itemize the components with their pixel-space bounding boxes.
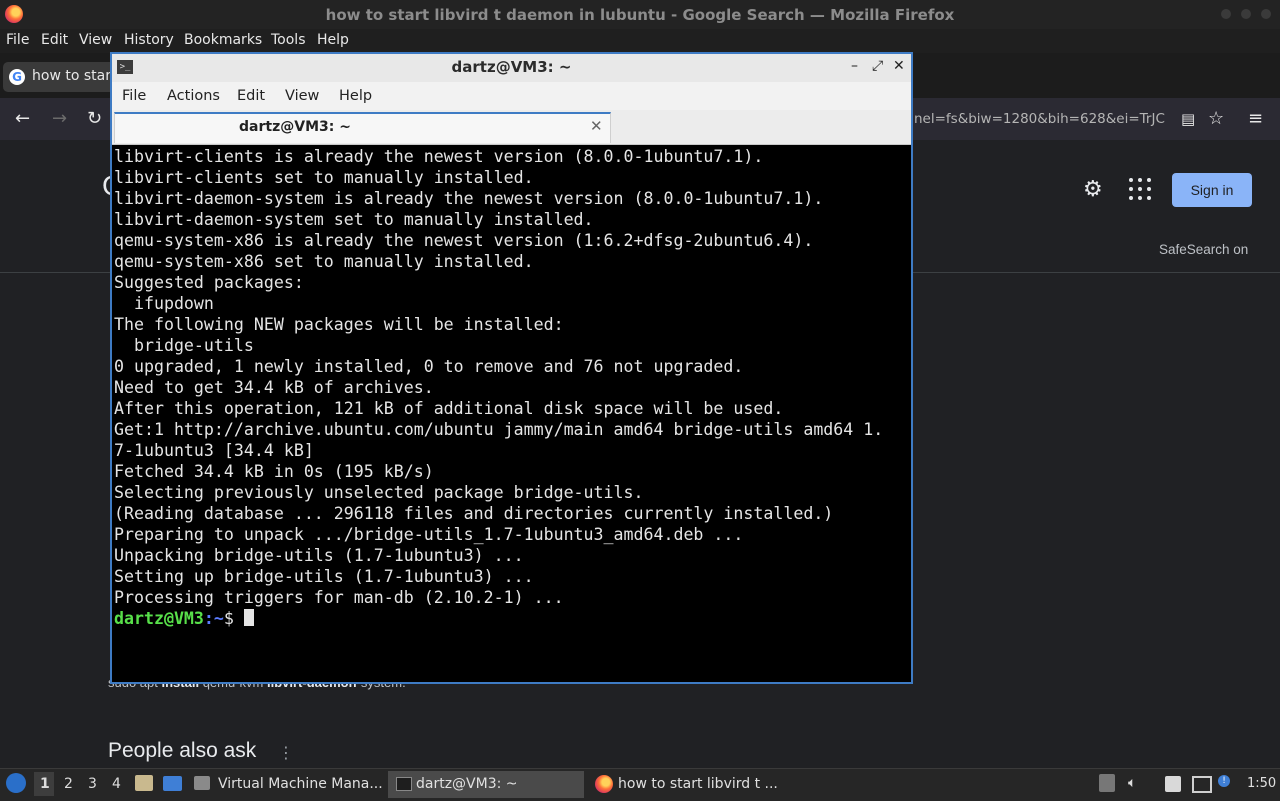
google-favicon-icon: G xyxy=(9,69,25,85)
url-bar[interactable]: nel=fs&biw=1280&bih=628&ei=TrJC xyxy=(914,111,1172,127)
firefox-icon xyxy=(595,775,613,793)
clock[interactable]: 1:50 xyxy=(1247,776,1276,791)
workspace-4[interactable]: 4 xyxy=(112,776,121,792)
network-icon[interactable] xyxy=(1192,776,1212,793)
bookmark-star-icon[interactable]: ☆ xyxy=(1208,108,1224,129)
update-notification-icon[interactable]: ! xyxy=(1218,775,1230,787)
terminal-minimize-icon[interactable]: – xyxy=(851,58,858,74)
minimize-button[interactable] xyxy=(1221,9,1231,19)
menu-bookmarks[interactable]: Bookmarks xyxy=(184,32,262,48)
taskbar-task-firefox[interactable]: how to start libvird t ... xyxy=(590,771,786,798)
virt-manager-icon xyxy=(194,776,210,790)
settings-gear-icon[interactable]: ⚙ xyxy=(1083,177,1103,202)
menu-tools[interactable]: Tools xyxy=(271,32,306,48)
close-button[interactable] xyxy=(1261,9,1271,19)
maximize-button[interactable] xyxy=(1241,9,1251,19)
clipboard-icon[interactable] xyxy=(1099,774,1115,792)
menu-file[interactable]: File xyxy=(6,32,29,48)
show-desktop-icon[interactable] xyxy=(163,776,182,791)
task-label: how to start libvird t ... xyxy=(618,776,778,792)
terminal-output[interactable]: libvirt-clients is already the newest ve… xyxy=(114,146,909,681)
volume-icon[interactable]: 🔈︎ xyxy=(1128,775,1136,791)
terminal-menu-actions[interactable]: Actions xyxy=(167,88,220,104)
browser-tab-label: how to start xyxy=(32,68,117,84)
terminal-output-lines: libvirt-clients is already the newest ve… xyxy=(114,147,884,607)
terminal-tab-label: dartz@VM3: ~ xyxy=(239,119,351,135)
terminal-menubar xyxy=(112,82,911,110)
prompt-symbol: $ xyxy=(223,609,244,628)
prompt-user: dartz@VM3 xyxy=(114,609,204,628)
prompt-path: :~ xyxy=(203,609,224,628)
terminal-maximize-icon[interactable]: ⤢ xyxy=(872,58,883,74)
terminal-menu-help[interactable]: Help xyxy=(339,88,372,104)
menu-view[interactable]: View xyxy=(79,32,112,48)
reload-icon[interactable]: ↻ xyxy=(87,108,102,129)
menu-help[interactable]: Help xyxy=(317,32,349,48)
reader-view-icon[interactable]: ▤ xyxy=(1181,110,1195,128)
workspace-1[interactable]: 1 xyxy=(40,776,50,792)
task-label: dartz@VM3: ~ xyxy=(416,776,518,792)
hamburger-menu-icon[interactable]: ≡ xyxy=(1248,108,1263,129)
menu-edit[interactable]: Edit xyxy=(41,32,68,48)
taskbar-task-terminal[interactable]: dartz@VM3: ~ xyxy=(388,771,584,798)
terminal-menu-view[interactable]: View xyxy=(285,88,319,104)
apps-grid-icon[interactable] xyxy=(1129,178,1151,200)
notes-icon[interactable] xyxy=(1165,776,1181,792)
terminal-tab-close-icon[interactable]: ✕ xyxy=(590,117,603,135)
workspace-2[interactable]: 2 xyxy=(64,776,73,792)
menu-history[interactable]: History xyxy=(124,32,174,48)
sign-in-button[interactable]: Sign in xyxy=(1172,173,1252,207)
terminal-menu-file[interactable]: File xyxy=(122,88,146,104)
file-manager-icon[interactable] xyxy=(135,775,153,791)
forward-arrow-icon[interactable]: → xyxy=(52,108,67,129)
terminal-menu-edit[interactable]: Edit xyxy=(237,88,265,104)
terminal-icon xyxy=(396,777,412,791)
safesearch-status[interactable]: SafeSearch on xyxy=(1159,242,1248,257)
terminal-close-icon[interactable]: ✕ xyxy=(893,58,905,74)
text-cursor xyxy=(243,609,254,626)
task-label: Virtual Machine Mana... xyxy=(218,776,383,792)
people-also-ask-heading: People also ask xyxy=(108,739,257,762)
back-arrow-icon[interactable]: ← xyxy=(15,108,30,129)
taskbar-task-virt-manager[interactable]: Virtual Machine Mana... xyxy=(190,771,384,798)
more-options-icon[interactable]: ⋮ xyxy=(278,743,294,762)
terminal-window-title: dartz@VM3: ~ xyxy=(451,58,572,76)
workspace-3[interactable]: 3 xyxy=(88,776,97,792)
firefox-window-title: how to start libvird t daemon in lubuntu… xyxy=(325,6,955,24)
start-menu-icon[interactable] xyxy=(6,773,26,793)
